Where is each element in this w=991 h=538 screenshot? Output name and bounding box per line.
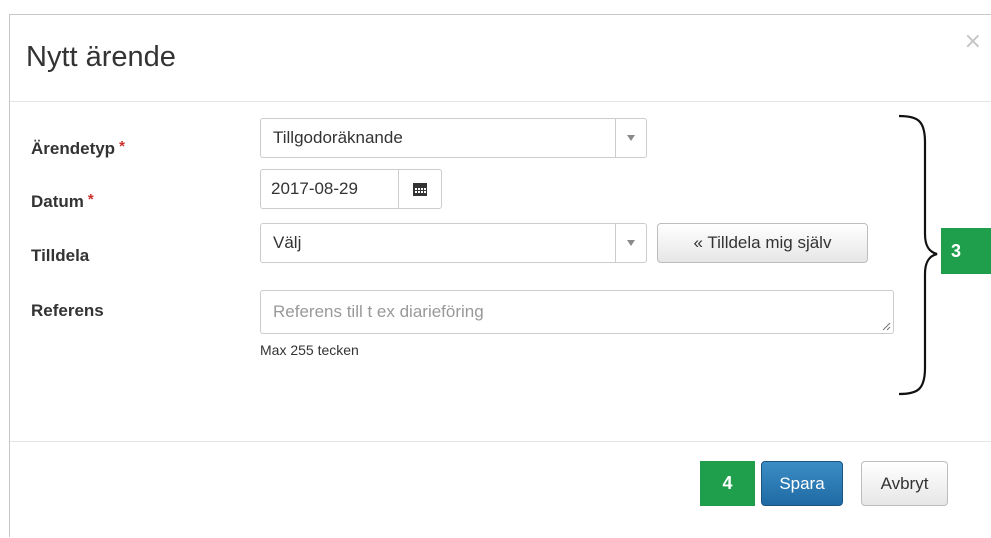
reference-textarea[interactable]: Referens till t ex diarieföring: [260, 290, 894, 334]
case-type-value: Tillgodoräknande: [273, 128, 403, 147]
calendar-icon: [413, 183, 427, 196]
close-icon[interactable]: ×: [964, 31, 982, 53]
date-label: Datum *: [31, 191, 94, 212]
dialog-header: Nytt ärende ×: [10, 15, 991, 102]
brace-annotation: [898, 114, 938, 396]
chevron-down-icon: [615, 224, 646, 262]
date-label-text: Datum: [31, 192, 84, 211]
reference-placeholder: Referens till t ex diarieföring: [273, 302, 484, 321]
case-type-select[interactable]: Tillgodoräknande: [260, 118, 647, 158]
calendar-button[interactable]: [398, 169, 442, 209]
required-marker: *: [87, 191, 94, 208]
case-type-label-text: Ärendetyp: [31, 139, 116, 158]
reference-label: Referens: [31, 301, 104, 320]
callout-marker-4: 4: [700, 461, 755, 506]
dialog-footer: [10, 441, 991, 538]
new-case-dialog: Nytt ärende ×: [9, 14, 991, 537]
date-input[interactable]: 2017-08-29: [260, 169, 398, 209]
required-marker: *: [119, 138, 125, 155]
assign-select[interactable]: Välj: [260, 223, 647, 263]
resize-grip-icon[interactable]: [881, 321, 891, 331]
reference-help-text: Max 255 tecken: [260, 342, 359, 358]
cancel-button[interactable]: Avbryt: [861, 461, 948, 506]
save-button[interactable]: Spara: [761, 461, 843, 506]
dialog-title: Nytt ärende: [26, 41, 176, 73]
chevron-down-icon: [615, 119, 646, 157]
assign-label: Tilldela: [31, 246, 90, 265]
assign-value: Välj: [273, 233, 302, 252]
case-type-label: Ärendetyp *: [31, 138, 125, 159]
callout-marker-3: 3: [941, 228, 991, 274]
assign-to-me-button[interactable]: « Tilldela mig själv: [657, 223, 868, 263]
